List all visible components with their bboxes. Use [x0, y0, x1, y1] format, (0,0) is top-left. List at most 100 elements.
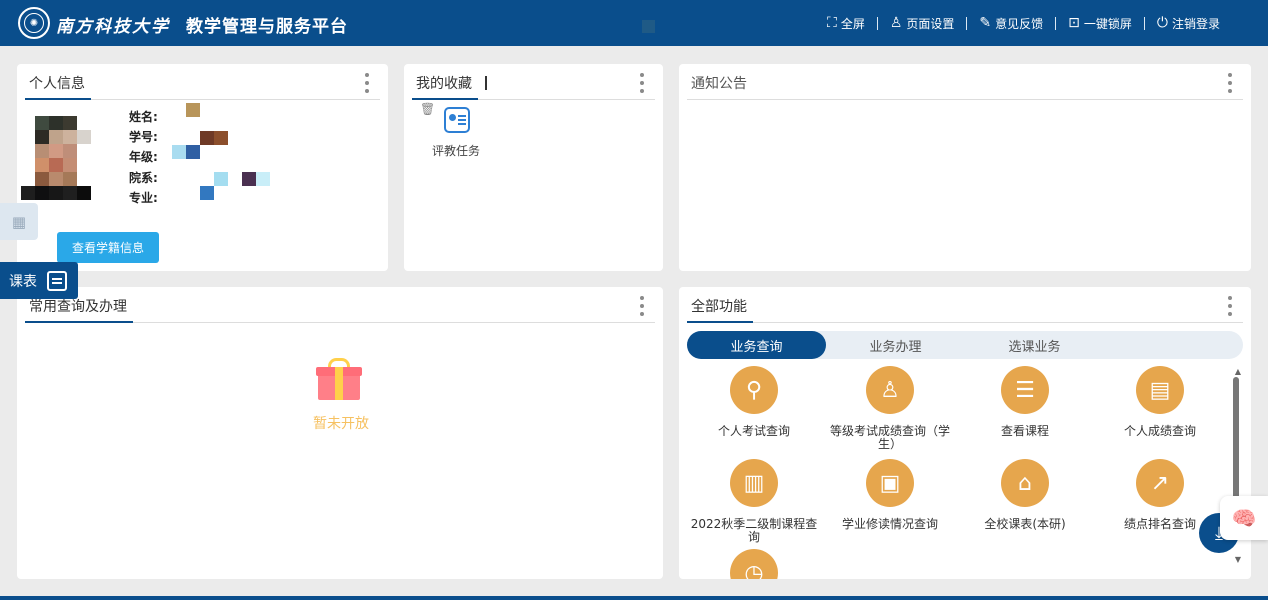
function-item[interactable]: ▣ 学业修读情况查询 [815, 459, 965, 531]
function-label: 个人成绩查询 [1123, 424, 1196, 438]
empty-state-text: 暂未开放 [313, 416, 369, 432]
function-label: 查看课程 [1000, 424, 1049, 438]
tab-business-query[interactable]: 业务查询 [687, 331, 826, 359]
logout-label: 注销登录 [1171, 16, 1220, 31]
major-label: 专业: [129, 191, 158, 205]
redacted-value [242, 172, 256, 186]
all-functions-card: 全部功能 业务查询 业务办理 选课业务 ⚲ 个人考试查询 ♙ 等级考试成绩查询（… [679, 287, 1251, 579]
view-student-record-button[interactable]: 查看学籍信息 [57, 232, 159, 263]
function-item[interactable]: ⌂ 全校课表(本研) [950, 459, 1100, 531]
card-title: 通知公告 [691, 76, 747, 92]
function-item[interactable]: ☰ 查看课程 [950, 366, 1100, 438]
function-tabs: 业务查询 业务办理 选课业务 [687, 331, 1243, 359]
app-title: 教学管理与服务平台 [186, 17, 348, 37]
more-menu-icon[interactable] [639, 296, 645, 316]
function-item[interactable]: ▤ 个人成绩查询 [1085, 366, 1235, 438]
list-icon: ☰ [1001, 366, 1049, 414]
department-label: 院系: [129, 171, 158, 185]
power-icon: ⏻ [1156, 15, 1168, 31]
card-divider [687, 99, 1243, 100]
card-title: 个人信息 [29, 76, 85, 92]
calendar-icon[interactable]: ▦ [0, 203, 38, 240]
card-title: 常用查询及办理 [29, 299, 127, 315]
function-label: 等级考试成绩查询（学生） [829, 424, 950, 451]
more-menu-icon[interactable] [1227, 73, 1233, 93]
lock-icon: ⊡ [1068, 15, 1080, 31]
feedback-button[interactable]: ✎ 意见反馈 [967, 15, 1055, 32]
brain-icon[interactable]: 🧠 [1220, 496, 1268, 540]
document-icon: ▥ [730, 459, 778, 507]
grade-label: 年级: [129, 150, 158, 164]
top-header: ✺ 南方科技大学 教学管理与服务平台 ⛶ 全屏 ♙ 页面设置 ✎ 意见反馈 ⊡ … [0, 0, 1268, 46]
tab-business-handling[interactable]: 业务办理 [826, 331, 965, 359]
search-icon: ⚲ [730, 366, 778, 414]
avatar [21, 116, 91, 200]
notice-card: 通知公告 [679, 64, 1251, 271]
lock-screen-label: 一键锁屏 [1083, 16, 1132, 31]
function-item[interactable]: ⚲ 个人考试查询 [679, 366, 829, 438]
common-queries-card: 常用查询及办理 暂未开放 [17, 287, 663, 579]
more-menu-icon[interactable] [1227, 296, 1233, 316]
redacted-value [214, 131, 228, 145]
card-title-underline [687, 321, 753, 323]
logout-button[interactable]: ⏻ 注销登录 [1145, 15, 1232, 32]
graduation-cap-icon: ⌂ [1001, 459, 1049, 507]
shirt-icon: ♙ [889, 15, 903, 31]
redacted-value [214, 172, 228, 186]
more-menu-icon[interactable] [639, 73, 645, 93]
clock-icon: ◷ [730, 549, 778, 579]
text-cursor [485, 76, 487, 90]
card-title-underline [412, 98, 478, 100]
scrollbar-thumb[interactable] [1233, 377, 1239, 502]
page-settings-button[interactable]: ♙ 页面设置 [878, 15, 967, 32]
redacted-value [186, 103, 200, 117]
redacted-value [172, 145, 186, 159]
redacted-value [200, 131, 214, 145]
feedback-icon: ✎ [979, 15, 992, 31]
redacted-value [256, 172, 270, 186]
card-title-underline [25, 321, 133, 323]
scroll-up-icon[interactable]: ▲ [1235, 367, 1241, 376]
card-divider [687, 322, 1243, 323]
student-id-label: 学号: [129, 130, 158, 144]
timetable-label: 课表 [9, 273, 37, 290]
function-label: 个人考试查询 [717, 424, 790, 438]
header-decoration [642, 20, 655, 33]
redacted-value [200, 186, 214, 200]
fullscreen-label: 全屏 [840, 16, 865, 31]
header-nav: ⛶ 全屏 ♙ 页面设置 ✎ 意见反馈 ⊡ 一键锁屏 ⏻ 注销登录 [815, 0, 1232, 46]
feedback-label: 意见反馈 [995, 16, 1044, 31]
function-label: 2022秋季二级制课程查询 [690, 517, 818, 544]
favorite-item-label[interactable]: 评教任务 [432, 142, 480, 159]
function-label: 学业修读情况查询 [841, 517, 938, 531]
card-title: 我的收藏 [416, 76, 472, 92]
fullscreen-icon: ⛶ [827, 15, 837, 31]
favorites-card: 我的收藏 🗑 评教任务 [404, 64, 663, 271]
function-label: 全校课表(本研) [984, 517, 1066, 531]
university-name: 南方科技大学 [56, 17, 170, 37]
trend-chart-icon: ↗ [1136, 459, 1184, 507]
name-label: 姓名: [129, 110, 158, 124]
trash-icon[interactable]: 🗑 [420, 102, 435, 116]
university-logo: ✺ [18, 7, 50, 39]
tab-course-selection[interactable]: 选课业务 [965, 331, 1104, 359]
presentation-icon: ▣ [866, 459, 914, 507]
more-menu-icon[interactable] [364, 73, 370, 93]
card-title: 全部功能 [691, 299, 747, 315]
person-icon: ♙ [866, 366, 914, 414]
bottom-bar [0, 596, 1268, 600]
timetable-button[interactable]: 课表 [0, 262, 78, 299]
fullscreen-button[interactable]: ⛶ 全屏 [815, 15, 877, 32]
lock-screen-button[interactable]: ⊡ 一键锁屏 [1056, 15, 1144, 32]
scroll-down-icon[interactable]: ▼ [1235, 555, 1241, 564]
function-item[interactable]: ▥ 2022秋季二级制课程查询 [679, 459, 829, 544]
gift-icon [316, 358, 362, 400]
evaluation-icon[interactable] [444, 107, 470, 133]
card-title-underline [25, 98, 91, 100]
personal-info-card: 个人信息 姓名: 学号: 年级: 院系: 专业: 查看学籍信息 [17, 64, 388, 271]
redacted-value [186, 145, 200, 159]
function-item[interactable]: ◷ [679, 549, 829, 579]
calendar-icon [47, 270, 67, 291]
page-settings-label: 页面设置 [906, 16, 955, 31]
function-item[interactable]: ♙ 等级考试成绩查询（学生） [815, 366, 965, 451]
